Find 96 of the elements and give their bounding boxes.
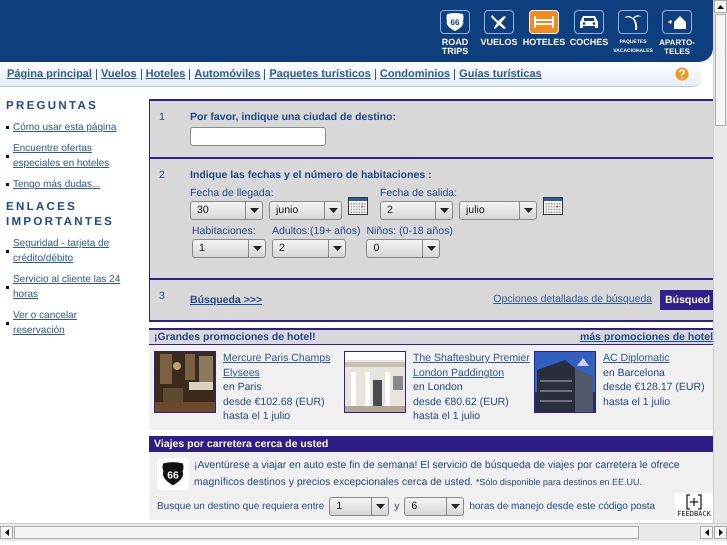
advanced-options-link[interactable]: Opciones detalladas de búsqueda <box>493 293 652 305</box>
bullet-icon <box>6 286 9 288</box>
nav-link[interactable]: Vuelos <box>100 68 137 80</box>
dropdown[interactable]: 1 <box>192 239 266 258</box>
house-icon <box>666 13 688 31</box>
field-label: Por favor, indique una ciudad de destino: <box>190 111 396 123</box>
category-tab[interactable]: VUELOS <box>477 10 522 62</box>
hotel-link[interactable]: AC Diplomatic <box>603 351 714 366</box>
arrow-left-icon <box>704 529 708 536</box>
scroll-left-button[interactable] <box>0 526 13 539</box>
caret-icon <box>252 246 262 251</box>
field-label: Habitaciones: <box>192 225 257 237</box>
sidebar-link[interactable]: Encuentre ofertas especiales en hoteles <box>13 141 125 171</box>
field-label: Fecha de llegada: <box>190 187 274 199</box>
dropdown[interactable]: 1 <box>329 496 390 516</box>
caret-icon <box>440 208 449 213</box>
prompt-text: Busque un destino que requiera entre <box>157 500 324 512</box>
hotel-city: en Barcelona <box>603 366 666 380</box>
arrow-left-icon <box>4 529 8 536</box>
nav-link[interactable]: Condominios <box>380 68 450 80</box>
conjunction-text: y <box>394 500 400 512</box>
nav-link[interactable]: Paquetes turísticos <box>269 68 371 80</box>
scroll-right-button[interactable] <box>714 526 727 539</box>
scroll-thumb[interactable] <box>14 526 639 539</box>
bullet-icon <box>6 250 9 252</box>
vertical-scrollbar[interactable] <box>713 0 727 523</box>
caret-icon <box>328 208 338 213</box>
step-number: 1 <box>158 110 166 125</box>
sidebar-link[interactable]: Seguridad - tarjeta de crédito/débito <box>13 236 125 266</box>
dropdown[interactable]: 6 <box>404 496 464 516</box>
category-tab[interactable]: APARTO-TELES <box>655 10 700 62</box>
dropdown[interactable]: 2 <box>380 201 454 220</box>
hotel-city: en London <box>413 380 464 394</box>
caret-icon <box>450 504 460 508</box>
horizontal-scrollbar[interactable] <box>0 523 727 541</box>
section-heading: ENLACES IMPORTANTES <box>6 200 116 230</box>
more-link[interactable]: más promociones de hotel <box>580 331 714 343</box>
step-number: 2 <box>158 168 166 183</box>
scroll-left-button[interactable] <box>700 526 713 539</box>
sidebar-link[interactable]: Cómo usar esta página <box>13 120 116 135</box>
step-title: Indique las fechas y el número de habitaciones : <box>190 169 433 181</box>
calendar-icon[interactable] <box>348 197 368 215</box>
nav-link[interactable]: Hoteles <box>146 68 186 80</box>
category-tab[interactable]: HOTELES <box>521 10 568 62</box>
section-title: ¡Grandes promociones de hotel! <box>154 331 316 343</box>
offer-date: hasta el 1 julio <box>603 394 672 409</box>
hotel-price: desde €128.17 (EUR) <box>603 380 706 394</box>
bullet-icon <box>6 126 9 129</box>
nav-link[interactable]: Guías turísticas <box>459 68 542 80</box>
search-link[interactable]: Búsqueda >>> <box>190 294 262 306</box>
section-heading: PREGUNTAS <box>6 99 100 114</box>
offer-date: hasta el 1 julio <box>223 409 292 424</box>
hotel-price: desde €80.62 (EUR) <box>413 394 510 409</box>
caret-icon <box>426 246 436 251</box>
caret-icon <box>524 208 533 213</box>
bullet-icon <box>6 183 9 186</box>
caret-icon <box>250 208 259 213</box>
caret-icon <box>376 504 385 508</box>
hotel-link[interactable]: Mercure Paris Champs Elysees <box>223 351 344 380</box>
nav-link[interactable]: Automóviles <box>194 68 260 80</box>
scroll-up-button[interactable] <box>714 0 727 13</box>
sidebar-link[interactable]: Tengo más dudas... <box>13 177 100 192</box>
nav-link[interactable]: Página principal <box>7 68 92 80</box>
step-number: 3 <box>158 289 166 302</box>
dropdown[interactable]: 2 <box>272 239 346 258</box>
prompt-text: horas de manejo desde este código posta <box>469 500 656 512</box>
caret-icon <box>332 246 342 251</box>
category-tab[interactable]: 66 ROAD TRIPS <box>433 10 478 62</box>
section-title: Viajes por carretera cerca de usted <box>154 438 328 450</box>
scroll-thumb[interactable] <box>715 14 726 126</box>
bullet-icon <box>6 154 9 158</box>
search-button[interactable]: Búsqued <box>660 290 714 310</box>
destination-field[interactable] <box>190 127 326 146</box>
field-label: Niños: (0-18 años) <box>366 225 453 237</box>
hotel-price: desde €102.68 (EUR) <box>223 394 326 409</box>
dropdown[interactable]: 0 <box>366 239 440 258</box>
field-label: Adultos:(19+ años) <box>272 225 360 237</box>
plus-icon <box>686 494 702 510</box>
sidebar-link[interactable]: Ver o cancelar reservación <box>13 308 125 338</box>
calendar-icon[interactable] <box>543 197 564 215</box>
offer-date: hasta el 1 julio <box>413 409 482 424</box>
arrow-right-icon <box>718 529 722 536</box>
hotel-city: en Paris <box>223 380 263 394</box>
dropdown[interactable]: julio <box>459 201 538 220</box>
bullet-icon <box>6 322 9 324</box>
route-shield-icon: 66 <box>444 12 466 32</box>
intro-text: ¡Aventúrese a viajar en auto este fin de semana! El servicio de búsqueda de viajes por carretera le ofrece magníficos destinos y precios excepcionales cerca de usted. *Sólo disponible para destinos en EE.UU. <box>194 458 681 490</box>
dropdown[interactable]: junio <box>269 201 342 220</box>
dropdown[interactable]: 30 <box>190 201 264 220</box>
bed-icon <box>533 14 556 30</box>
hotel-link[interactable]: The Shaftesbury Premier London Paddington <box>413 351 534 380</box>
category-tab[interactable]: COCHES <box>567 10 612 62</box>
field-label: Fecha de salida: <box>380 187 458 199</box>
car-icon <box>578 14 600 30</box>
sidebar-link[interactable]: Servicio al cliente las 24 horas <box>13 272 125 302</box>
arrow-up-icon <box>717 4 724 8</box>
